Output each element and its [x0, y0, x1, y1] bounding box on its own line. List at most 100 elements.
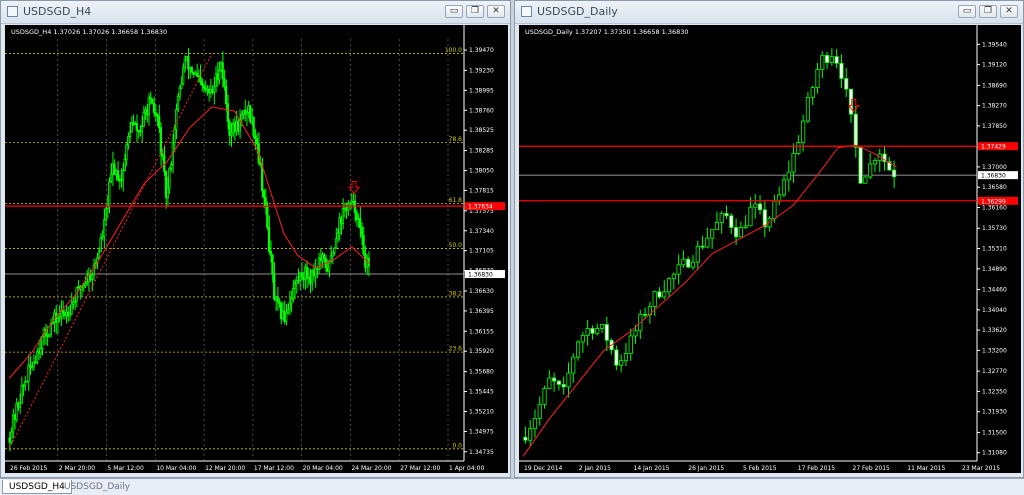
- candle-body: [11, 414, 15, 433]
- chart-h4[interactable]: USDSGD_H4 1.37026 1.37026 1.36658 1.3683…: [5, 25, 508, 473]
- candle-body: [159, 127, 162, 155]
- candle-body: [135, 123, 138, 131]
- candle-body: [15, 403, 18, 421]
- candle-body: [595, 328, 600, 334]
- candle-body: [312, 270, 315, 277]
- y-tick-label: 1.39540: [982, 41, 1007, 48]
- candle-body: [274, 296, 278, 300]
- chart-window-daily[interactable]: USDSGD_Daily ▭ ❐ ✕ USDSGD_Daily 1.37207 …: [514, 0, 1024, 478]
- chart-window-h4[interactable]: USDSGD_H4 ▭ ❐ ✕ USDSGD_H4 1.37026 1.3702…: [0, 0, 511, 478]
- chart-daily[interactable]: USDSGD_Daily 1.37207 1.37350 1.36658 1.3…: [519, 25, 1021, 473]
- candle-body: [892, 169, 897, 178]
- candle-body: [37, 351, 40, 354]
- y-tick-label: 1.38285: [469, 148, 494, 155]
- candle-body: [353, 200, 357, 213]
- y-tick-label: 1.36395: [469, 308, 494, 315]
- chart-area-h4[interactable]: USDSGD_H4 1.37026 1.37026 1.36658 1.3683…: [5, 25, 508, 473]
- candle-body: [628, 335, 633, 355]
- candle-body: [202, 84, 205, 89]
- candle-body: [824, 54, 830, 63]
- x-tick-label: 23 Mar 2015: [962, 465, 1000, 472]
- candle-body: [346, 203, 350, 212]
- candle-body: [82, 285, 85, 288]
- candle-body: [271, 254, 274, 275]
- candle-body: [355, 212, 358, 220]
- window-titlebar[interactable]: USDSGD_H4 ▭ ❐ ✕: [1, 1, 510, 24]
- candle-body: [614, 349, 619, 366]
- candle-body: [336, 232, 339, 240]
- close-button[interactable]: ✕: [1000, 5, 1018, 18]
- candle-body: [753, 203, 758, 208]
- candle-body: [295, 280, 298, 285]
- candle-body: [273, 273, 276, 300]
- candle-body: [180, 83, 183, 89]
- candle-body: [151, 98, 154, 104]
- restore-button[interactable]: ❐: [466, 5, 484, 18]
- candle-body: [350, 201, 353, 204]
- candle-body: [786, 171, 791, 181]
- candle-body: [243, 110, 247, 115]
- candle-body: [328, 261, 331, 272]
- candle-body: [195, 72, 199, 77]
- current-price-text: 1.36830: [981, 173, 1006, 180]
- candle-body: [22, 384, 25, 387]
- window-title: USDSGD_Daily: [537, 5, 618, 18]
- candle-body: [532, 417, 538, 430]
- candle-body: [212, 85, 216, 94]
- candle-body: [255, 138, 259, 145]
- moving-average-line: [8, 106, 371, 379]
- candle-body: [154, 112, 157, 116]
- restore-button[interactable]: ❐: [979, 5, 997, 18]
- candle-body: [267, 227, 271, 252]
- candle-body: [734, 227, 739, 238]
- candle-body: [211, 89, 214, 94]
- x-tick-label: 24 Mar 20:00: [351, 465, 391, 472]
- candle-body: [820, 54, 825, 70]
- x-tick-label: 5 Mar 12:00: [108, 465, 144, 472]
- candle-body: [269, 250, 272, 256]
- candle-body: [68, 313, 71, 317]
- candle-body: [8, 437, 11, 443]
- y-tick-label: 1.38050: [469, 168, 494, 175]
- y-tick-label: 1.35920: [469, 348, 494, 355]
- chart-area-daily[interactable]: USDSGD_Daily 1.37207 1.37350 1.36658 1.3…: [519, 25, 1021, 473]
- candle-body: [164, 170, 168, 198]
- minimize-button[interactable]: ▭: [445, 5, 463, 18]
- candle-body: [248, 105, 252, 122]
- y-tick-label: 1.38995: [469, 87, 494, 94]
- candle-body: [542, 388, 547, 405]
- candle-body: [360, 227, 363, 236]
- candle-body: [357, 218, 360, 220]
- candle-body: [139, 130, 142, 133]
- candle-body: [194, 72, 197, 75]
- candle-body: [178, 87, 181, 97]
- candle-body: [175, 109, 178, 130]
- candle-body: [286, 309, 290, 314]
- window-titlebar[interactable]: USDSGD_Daily ▭ ❐ ✕: [515, 1, 1023, 24]
- candle-body: [113, 163, 116, 176]
- candle-body: [319, 257, 322, 261]
- candle-body: [97, 251, 101, 259]
- candle-body: [80, 286, 83, 291]
- candle-body: [209, 89, 212, 94]
- close-button[interactable]: ✕: [487, 5, 505, 18]
- x-tick-label: 11 Mar 2015: [907, 465, 945, 472]
- candle-body: [302, 276, 305, 280]
- candle-body: [72, 301, 75, 305]
- tab-usdsgd-daily[interactable]: USDSGD_Daily: [58, 480, 136, 494]
- candle-body: [168, 168, 171, 189]
- candle-body: [331, 251, 334, 257]
- candle-body: [829, 56, 834, 63]
- x-tick-label: 1 Apr 04:00: [449, 465, 484, 472]
- candle-body: [334, 238, 338, 249]
- candle-body: [20, 385, 23, 404]
- fib-trend-line: [8, 53, 213, 450]
- candle-body: [219, 62, 223, 71]
- candle-body: [552, 377, 557, 382]
- x-tick-label: 27 Mar 12:00: [400, 465, 440, 472]
- minimize-button[interactable]: ▭: [958, 5, 976, 18]
- candle-body: [144, 109, 147, 113]
- y-tick-label: 1.37340: [469, 228, 494, 235]
- candle-body: [85, 281, 89, 285]
- candle-body: [39, 348, 42, 354]
